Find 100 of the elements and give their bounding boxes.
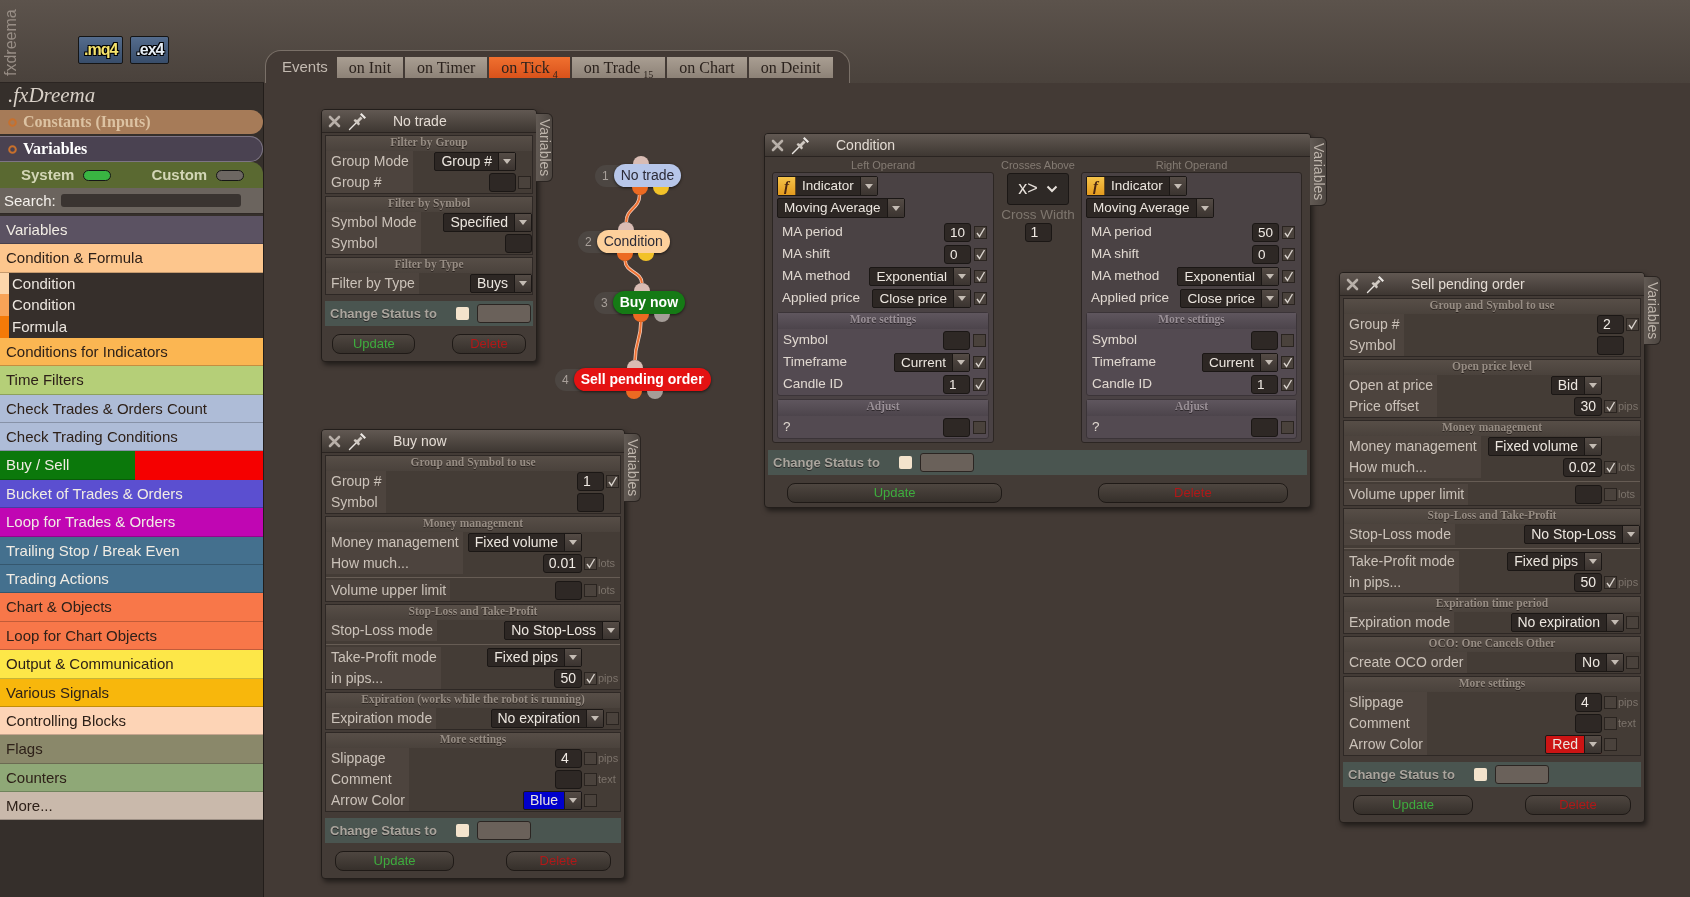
dropdown[interactable]: Close price — [872, 288, 971, 308]
category-item[interactable]: Counters — [0, 763, 263, 793]
dropdown[interactable]: f Indicator — [777, 176, 878, 196]
update-button[interactable]: Update — [332, 334, 416, 354]
category-item[interactable]: Flags — [0, 735, 263, 764]
category-item[interactable]: Variables — [0, 216, 263, 245]
close-icon[interactable] — [771, 138, 784, 152]
file-type-button[interactable]: .mq4 — [78, 36, 124, 64]
input-field[interactable] — [577, 493, 604, 512]
input-field[interactable]: 0 — [944, 244, 971, 264]
checkbox[interactable] — [1281, 225, 1295, 239]
input-field[interactable] — [555, 770, 582, 789]
checkbox[interactable] — [972, 377, 986, 391]
checkbox[interactable] — [973, 291, 987, 305]
pin-icon[interactable] — [348, 431, 367, 451]
input-field[interactable]: 1 — [1251, 374, 1278, 394]
input-field[interactable]: 0.02 — [1562, 458, 1602, 477]
checkbox[interactable] — [1625, 656, 1639, 669]
flow-node[interactable]: Buy now — [612, 291, 686, 314]
checkbox[interactable] — [583, 557, 597, 570]
checkbox[interactable] — [583, 752, 597, 765]
event-tab[interactable]: on Init — [336, 56, 404, 78]
input-field[interactable]: 1 — [577, 472, 604, 491]
pin-icon[interactable] — [348, 111, 367, 131]
input-field[interactable] — [489, 173, 516, 192]
checkbox[interactable] — [1603, 696, 1617, 709]
event-tab[interactable]: on Tick $_{4}$ — [489, 56, 570, 78]
dropdown[interactable]: No Stop-Loss — [504, 621, 620, 640]
category-item[interactable]: Buy / Sell — [0, 451, 263, 480]
input-field[interactable]: 1 — [943, 374, 970, 394]
checkbox[interactable] — [973, 269, 987, 283]
checkbox[interactable] — [583, 773, 597, 786]
checkbox[interactable] — [1280, 377, 1294, 391]
dropdown[interactable]: Bid — [1550, 376, 1602, 395]
checkbox[interactable] — [1603, 400, 1617, 413]
dropdown[interactable]: Fixed pips — [1507, 552, 1602, 571]
input-field[interactable]: 50 — [554, 669, 582, 688]
checkbox[interactable] — [972, 355, 986, 369]
dropdown[interactable]: Fixed pips — [487, 648, 582, 667]
input-field[interactable] — [943, 417, 970, 437]
side-tab[interactable]: Variables — [624, 433, 641, 503]
checkbox[interactable] — [1603, 488, 1617, 501]
category-item[interactable]: Controlling Blocks — [0, 706, 263, 736]
dropdown[interactable]: f Indicator — [1086, 176, 1187, 196]
dropdown[interactable]: No expiration — [1510, 613, 1624, 632]
dropdown[interactable]: Current — [894, 352, 970, 372]
input-field[interactable] — [1251, 417, 1278, 437]
side-tab[interactable]: Variables — [1644, 276, 1661, 346]
category-item[interactable]: Bucket of Trades & Orders — [0, 479, 263, 509]
input-field[interactable]: 50 — [1574, 573, 1602, 592]
checkbox[interactable] — [605, 475, 619, 488]
flow-node[interactable]: No trade — [613, 164, 682, 187]
dropdown[interactable]: Close price — [1180, 288, 1279, 308]
dropdown[interactable]: Fixed volume — [1487, 437, 1602, 456]
flow-node[interactable]: Sell pending order — [573, 368, 711, 391]
category-item[interactable]: Trading Actions — [0, 564, 263, 594]
input-field[interactable] — [555, 581, 582, 600]
checkbox[interactable] — [1603, 738, 1617, 751]
dropdown[interactable]: Exponential — [1177, 266, 1279, 286]
checkbox[interactable] — [1603, 717, 1617, 730]
input-field[interactable]: 2 — [1597, 315, 1624, 334]
dropdown[interactable]: Red — [1545, 735, 1602, 754]
checkbox[interactable] — [1603, 461, 1617, 474]
dropdown[interactable]: Buys — [469, 274, 532, 293]
status-field[interactable] — [477, 304, 531, 323]
checkbox[interactable] — [583, 794, 597, 807]
status-field[interactable] — [477, 821, 531, 840]
category-item[interactable]: Loop for Trades & Orders — [0, 508, 263, 537]
flow-node[interactable]: Condition — [596, 230, 670, 253]
category-item[interactable]: Time Filters — [0, 366, 263, 395]
dropdown[interactable]: No Stop-Loss — [1524, 525, 1640, 544]
checkbox[interactable] — [1603, 576, 1617, 589]
event-tab[interactable]: on Timer — [405, 56, 488, 78]
category-item[interactable]: Check Trades & Orders Count — [0, 394, 263, 423]
checkbox[interactable] — [1281, 291, 1295, 305]
dropdown[interactable]: Fixed volume — [467, 533, 582, 552]
file-type-button[interactable]: .ex4 — [130, 36, 170, 64]
checkbox[interactable] — [1280, 333, 1294, 347]
checkbox[interactable] — [972, 420, 986, 434]
update-button[interactable]: Update — [1353, 795, 1473, 815]
side-tab[interactable]: Variables — [1310, 137, 1327, 207]
category-item[interactable]: Trailing Stop / Break Even — [0, 536, 263, 565]
checkbox[interactable] — [1625, 318, 1639, 331]
category-item[interactable]: Conditions for Indicators — [0, 337, 263, 367]
category-item[interactable]: Check Trading Conditions — [0, 423, 263, 452]
event-tab[interactable]: on Trade $_{15}$ — [571, 56, 666, 78]
checkbox[interactable] — [583, 584, 597, 597]
close-icon[interactable] — [328, 114, 341, 128]
checkbox[interactable] — [973, 225, 987, 239]
checkbox[interactable] — [972, 333, 986, 347]
checkbox[interactable] — [899, 456, 912, 469]
search-field[interactable] — [60, 194, 241, 207]
checkbox[interactable] — [973, 247, 987, 261]
checkbox[interactable] — [605, 712, 619, 725]
operator-dropdown[interactable]: x> — [1007, 173, 1069, 205]
input-field[interactable]: 0 — [1252, 244, 1279, 264]
close-icon[interactable] — [328, 434, 341, 448]
input-field[interactable] — [1575, 485, 1602, 504]
input-field[interactable]: 30 — [1574, 397, 1602, 416]
section-tab[interactable]: Variables — [0, 136, 263, 162]
